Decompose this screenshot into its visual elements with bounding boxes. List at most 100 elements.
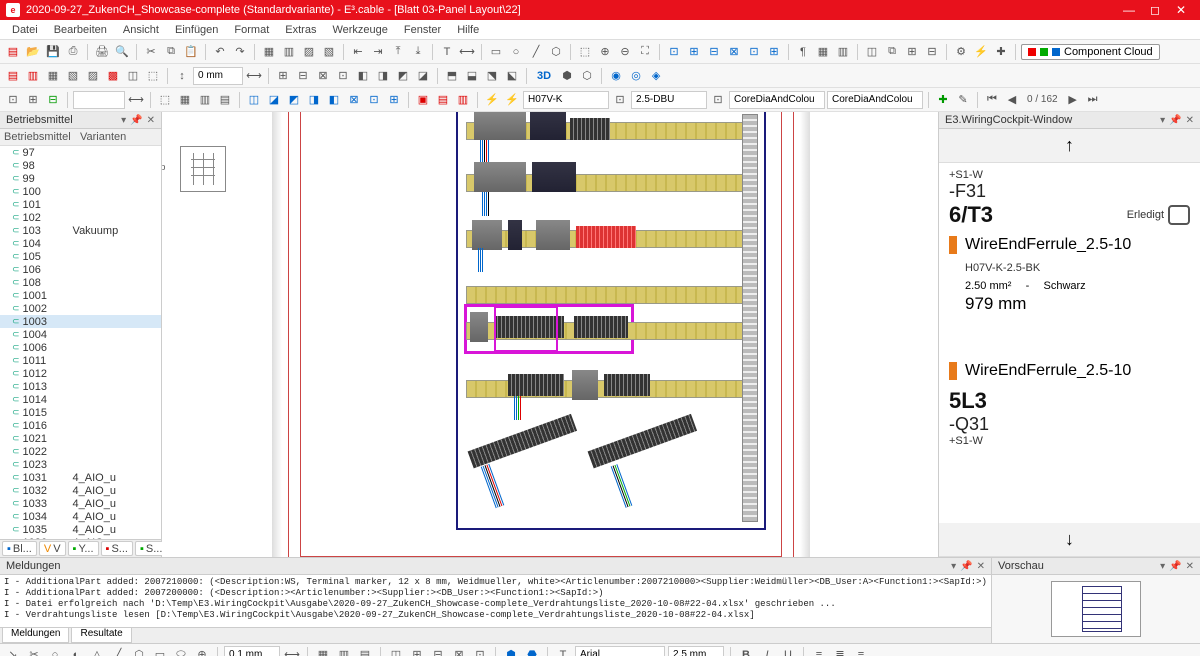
bb-text-icon[interactable]: T	[554, 646, 572, 656]
bb-q-icon[interactable]: ⊠	[450, 646, 468, 656]
bb-b-icon[interactable]: ✂	[25, 646, 43, 656]
t3-x-icon[interactable]: ✎	[954, 91, 972, 109]
bb-a-icon[interactable]: ↘	[4, 646, 22, 656]
col-betriebsmittel[interactable]: Betriebsmittel	[4, 131, 80, 143]
conn-d-icon[interactable]: ⊠	[725, 43, 743, 61]
list-item[interactable]: ⊂102	[0, 211, 161, 224]
text-icon[interactable]: T	[438, 43, 456, 61]
t3-w-icon[interactable]: ✚	[934, 91, 952, 109]
drawing-canvas[interactable]: Vakuump	[162, 112, 938, 557]
print-icon[interactable]: 🖨	[93, 43, 111, 61]
list-item[interactable]: ⊂103Vakuump	[0, 224, 161, 237]
tab-meldungen[interactable]: Meldungen	[2, 628, 69, 643]
t3-j-icon[interactable]: ◩	[285, 91, 303, 109]
t3-m-icon[interactable]: ⊠	[345, 91, 363, 109]
bb-dim-icon[interactable]: ⟷	[283, 646, 301, 656]
bb-k-icon[interactable]: ▦	[314, 646, 332, 656]
list-item[interactable]: ⊂100	[0, 185, 161, 198]
list-item[interactable]: ⊂1012	[0, 367, 161, 380]
para-icon[interactable]: ¶	[794, 43, 812, 61]
conn-f-icon[interactable]: ⊞	[765, 43, 783, 61]
panel-pin-icon[interactable]: 📌	[130, 115, 142, 126]
list-item[interactable]: ⊂97	[0, 146, 161, 159]
misc-a-icon[interactable]: ⚙	[952, 43, 970, 61]
menu-datei[interactable]: Datei	[4, 22, 46, 38]
t2-v-icon[interactable]: ⬢	[558, 67, 576, 85]
conn-a-icon[interactable]: ⊡	[665, 43, 683, 61]
t2-y-icon[interactable]: ◎	[627, 67, 645, 85]
page-next-icon[interactable]: ▶	[1064, 91, 1082, 109]
bb-fontsize-input[interactable]	[668, 646, 724, 656]
t2-h-icon[interactable]: ⬚	[144, 67, 162, 85]
wc-nav-down[interactable]: ↓	[939, 523, 1200, 557]
redo-icon[interactable]: ↷	[231, 43, 249, 61]
bb-t-icon[interactable]: ⬣	[523, 646, 541, 656]
win-d-icon[interactable]: ⊟	[923, 43, 941, 61]
conn-b-icon[interactable]: ⊞	[685, 43, 703, 61]
win-b-icon[interactable]: ⧉	[883, 43, 901, 61]
bb-o-icon[interactable]: ⊞	[408, 646, 426, 656]
core-b-select[interactable]	[827, 91, 923, 109]
conn-e-icon[interactable]: ⊡	[745, 43, 763, 61]
bb-h-icon[interactable]: ▭	[151, 646, 169, 656]
t2-m-icon[interactable]: ⊡	[334, 67, 352, 85]
grid-b-icon[interactable]: ▥	[834, 43, 852, 61]
t2-p-icon[interactable]: ◩	[394, 67, 412, 85]
bm-tab-1[interactable]: VV	[39, 541, 66, 556]
align-right-icon[interactable]: ⇥	[369, 43, 387, 61]
tool-a-icon[interactable]: ▦	[260, 43, 278, 61]
t3-h-icon[interactable]: ◫	[245, 91, 263, 109]
underline-button[interactable]: U	[779, 646, 797, 656]
page-prev-icon[interactable]: ◀	[1003, 91, 1021, 109]
bb-m-icon[interactable]: ▤	[356, 646, 374, 656]
zoom-in-icon[interactable]: ⊕	[596, 43, 614, 61]
t3-a-icon[interactable]: ⊡	[4, 91, 22, 109]
grid-a-icon[interactable]: ▦	[814, 43, 832, 61]
zoom-out-icon[interactable]: ⊖	[616, 43, 634, 61]
bb-p-icon[interactable]: ⊟	[429, 646, 447, 656]
bb-font-select[interactable]	[575, 646, 665, 656]
minimize-button[interactable]: —	[1116, 3, 1142, 17]
menu-format[interactable]: Format	[226, 22, 277, 38]
bb-d-icon[interactable]: ◐	[67, 646, 85, 656]
list-item[interactable]: ⊂10344_AIO_u	[0, 510, 161, 523]
menu-bearbeiten[interactable]: Bearbeiten	[46, 22, 115, 38]
t3-n-icon[interactable]: ⊡	[365, 91, 383, 109]
align-l-icon[interactable]: ≡	[810, 646, 828, 656]
t2-dim-icon[interactable]: ⟷	[245, 67, 263, 85]
t3-s-icon[interactable]: ⚡	[483, 91, 501, 109]
t2-k-icon[interactable]: ⊟	[294, 67, 312, 85]
t3-f-icon[interactable]: ▥	[196, 91, 214, 109]
misc-c-icon[interactable]: ✚	[992, 43, 1010, 61]
t2-o-icon[interactable]: ◨	[374, 67, 392, 85]
align-top-icon[interactable]: ⤒	[389, 43, 407, 61]
t3-dim-icon[interactable]: ⟷	[127, 91, 145, 109]
panel-close-icon[interactable]: ✕	[147, 115, 155, 126]
t3-d-icon[interactable]: ⬚	[156, 91, 174, 109]
t2-a-icon[interactable]: ▤	[4, 67, 22, 85]
preview-icon[interactable]: 🔍	[113, 43, 131, 61]
panel-dropdown-icon[interactable]: ▾	[121, 115, 126, 126]
list-item[interactable]: ⊂105	[0, 250, 161, 263]
t3-e-icon[interactable]: ▦	[176, 91, 194, 109]
align-bottom-icon[interactable]: ⤓	[409, 43, 427, 61]
col-varianten[interactable]: Varianten	[80, 131, 126, 143]
wire-size-select[interactable]	[631, 91, 707, 109]
wire-type-select[interactable]	[523, 91, 609, 109]
t3-k-icon[interactable]: ◨	[305, 91, 323, 109]
save-icon[interactable]: 💾	[44, 43, 62, 61]
t3-o-icon[interactable]: ⊞	[385, 91, 403, 109]
t2-d-icon[interactable]: ▧	[64, 67, 82, 85]
win-c-icon[interactable]: ⊞	[903, 43, 921, 61]
bm-tab-2[interactable]: ▪Y...	[68, 541, 99, 556]
list-item[interactable]: ⊂1015	[0, 406, 161, 419]
msg-close-icon[interactable]: ✕	[977, 561, 985, 572]
core-a-select[interactable]	[729, 91, 825, 109]
misc-b-icon[interactable]: ⚡	[972, 43, 990, 61]
t2-j-icon[interactable]: ⊞	[274, 67, 292, 85]
list-item[interactable]: ⊂98	[0, 159, 161, 172]
t2-i-icon[interactable]: ↕	[173, 67, 191, 85]
line-icon[interactable]: ╱	[527, 43, 545, 61]
dim-icon[interactable]: ⟷	[458, 43, 476, 61]
dim1-input[interactable]	[193, 67, 243, 85]
